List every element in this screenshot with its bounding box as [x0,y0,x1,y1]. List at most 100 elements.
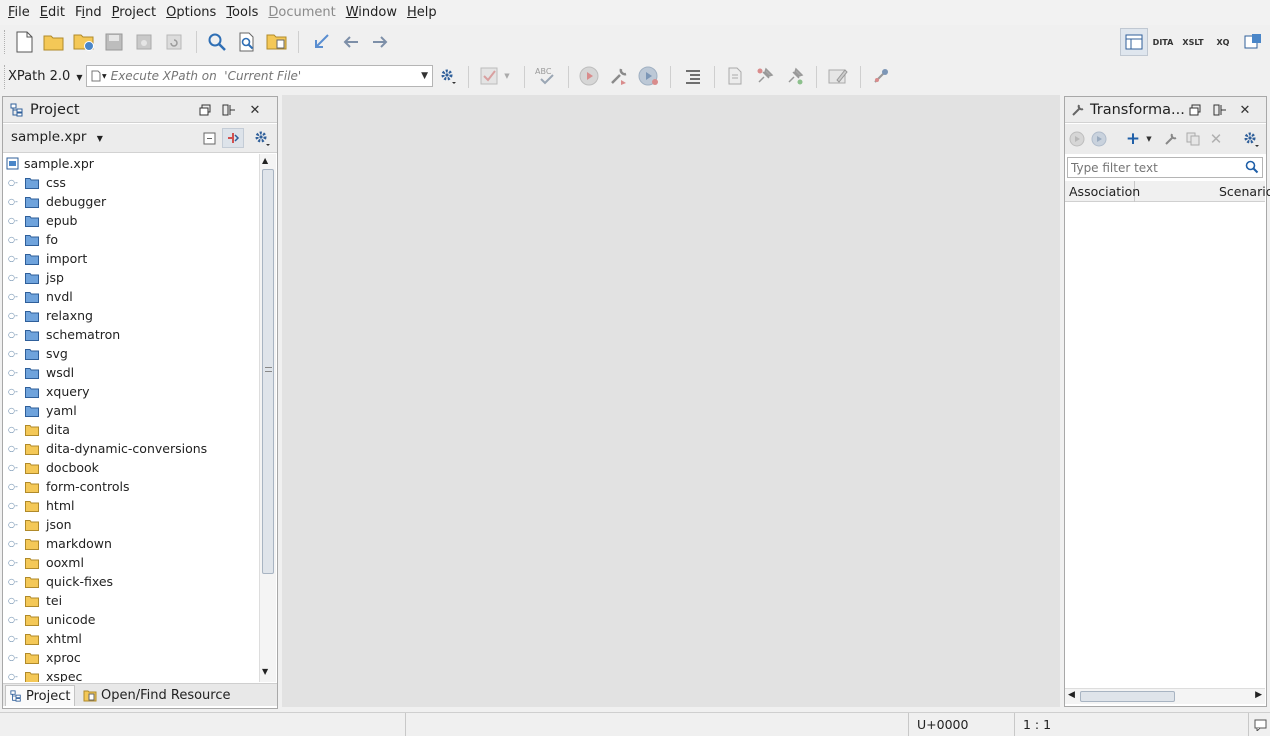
tree-item-docbook[interactable]: ○- docbook [3,458,99,477]
tree-item-json[interactable]: ○- json [3,515,72,534]
editor-area[interactable] [282,95,1060,707]
tree-root[interactable]: sample.xpr [3,154,94,173]
toolbar-grip[interactable] [4,30,6,54]
edit-form-icon[interactable] [825,63,851,89]
tree-item-jsp[interactable]: ○- jsp [3,268,64,287]
tree-item-tei[interactable]: ○- tei [3,591,62,610]
expand-toggle-icon[interactable]: ○- [8,596,22,605]
run-transform-icon[interactable] [576,63,602,89]
project-tree-scrollbar[interactable]: ▲ ▼ [259,154,276,682]
auto-hide-pin-icon[interactable] [219,100,239,120]
filter-input[interactable] [1071,160,1241,175]
apply-scenario-icon[interactable] [1067,129,1087,149]
toolbar-grip[interactable] [4,65,6,89]
find-icon[interactable] [204,29,230,55]
validate-dropdown-icon[interactable]: ▼ [500,63,514,89]
expand-toggle-icon[interactable]: ○- [8,444,22,453]
forward-arrow-icon[interactable] [367,29,393,55]
database-perspective-icon[interactable] [1240,29,1266,55]
tree-item-dita[interactable]: ○- dita [3,420,70,439]
chevron-down-icon[interactable]: ▼ [102,73,107,80]
restore-icon[interactable] [195,100,215,120]
pin-icon[interactable] [782,63,808,89]
tab-project[interactable]: Project [5,685,76,706]
tree-item-form-controls[interactable]: ○- form-controls [3,477,130,496]
restore-icon[interactable] [1185,100,1205,120]
expand-toggle-icon[interactable]: ○- [8,330,22,339]
save-all-icon[interactable] [131,29,157,55]
dropdown-arrow-icon[interactable]: ▼ [421,71,428,81]
compare-files-icon[interactable] [722,63,748,89]
expand-toggle-icon[interactable]: ○- [8,558,22,567]
tree-item-wsdl[interactable]: ○- wsdl [3,363,74,382]
tree-item-fo[interactable]: ○- fo [3,230,58,249]
expand-toggle-icon[interactable]: ○- [8,216,22,225]
expand-toggle-icon[interactable]: ○- [8,178,22,187]
tree-item-markdown[interactable]: ○- markdown [3,534,112,553]
back-arrow-icon[interactable] [338,29,364,55]
project-file-selector[interactable]: sample.xpr ▼ [11,129,103,145]
validate-icon[interactable] [476,63,502,89]
expand-toggle-icon[interactable]: ○- [8,368,22,377]
expand-toggle-icon[interactable]: ○- [8,387,22,396]
expand-toggle-icon[interactable]: ○- [8,501,22,510]
expand-toggle-icon[interactable]: ○- [8,311,22,320]
tree-item-ooxml[interactable]: ○- ooxml [3,553,84,572]
tree-item-html[interactable]: ○- html [3,496,74,515]
expand-toggle-icon[interactable]: ○- [8,273,22,282]
scroll-thumb[interactable] [262,169,274,574]
format-indent-icon[interactable] [680,63,706,89]
close-icon[interactable]: ✕ [245,100,265,120]
tree-item-quick-fixes[interactable]: ○- quick-fixes [3,572,113,591]
tree-item-xhtml[interactable]: ○- xhtml [3,629,82,648]
expand-toggle-icon[interactable]: ○- [8,425,22,434]
duplicate-icon[interactable] [1183,129,1203,149]
configure-wrench-icon[interactable] [1161,129,1181,149]
tree-item-nvdl[interactable]: ○- nvdl [3,287,73,306]
tree-item-import[interactable]: ○- import [3,249,87,268]
add-pin-icon[interactable] [752,63,778,89]
scroll-right-icon[interactable]: ▶ [1255,690,1262,700]
filter-box[interactable] [1067,157,1263,178]
expand-toggle-icon[interactable]: ○- [8,653,22,662]
tree-item-yaml[interactable]: ○- yaml [3,401,77,420]
new-file-icon[interactable] [11,29,37,55]
expand-toggle-icon[interactable]: ○- [8,634,22,643]
expand-toggle-icon[interactable]: ○- [8,520,22,529]
chevron-down-icon[interactable]: ▼ [1143,129,1155,149]
expand-toggle-icon[interactable]: ○- [8,672,22,681]
scroll-down-icon[interactable]: ▼ [262,667,268,676]
menu-project[interactable]: Project [108,0,161,25]
expand-toggle-icon[interactable]: ○- [8,577,22,586]
expand-toggle-icon[interactable]: ○- [8,406,22,415]
menu-file[interactable]: File [4,0,34,25]
debug-scenario-icon[interactable] [1089,129,1109,149]
tree-item-schematron[interactable]: ○- schematron [3,325,120,344]
expand-toggle-icon[interactable]: ○- [8,482,22,491]
tree-item-dita-dynamic-conversions[interactable]: ○- dita-dynamic-conversions [3,439,207,458]
tree-item-relaxng[interactable]: ○- relaxng [3,306,93,325]
scroll-thumb[interactable] [1080,691,1175,702]
scroll-up-icon[interactable]: ▲ [262,156,268,165]
menu-help[interactable]: Help [403,0,441,25]
import-arrow-icon[interactable] [308,29,334,55]
reload-icon[interactable] [161,29,187,55]
menu-document[interactable]: Document [264,0,339,25]
tree-item-epub[interactable]: ○- epub [3,211,77,230]
settings-gear-icon[interactable] [1241,129,1261,149]
configure-transform-icon[interactable] [606,63,632,89]
expand-toggle-icon[interactable]: ○- [8,254,22,263]
search-icon[interactable] [1245,160,1259,174]
menu-find[interactable]: Find [71,0,106,25]
project-settings-gear-icon[interactable] [252,128,272,148]
menu-window[interactable]: Window [342,0,401,25]
xpath-input-box[interactable]: ▼ ▼ [86,65,433,87]
collapse-all-icon[interactable] [199,128,219,148]
open-folder-icon[interactable] [41,29,67,55]
xquery-debugger-icon[interactable]: XQ [1210,29,1236,55]
expand-toggle-icon[interactable]: ○- [8,539,22,548]
debug-scenario-icon[interactable] [636,63,662,89]
scroll-left-icon[interactable]: ◀ [1068,690,1075,700]
menu-options[interactable]: Options [162,0,220,25]
dita-perspective-icon[interactable]: DITA [1150,29,1176,55]
